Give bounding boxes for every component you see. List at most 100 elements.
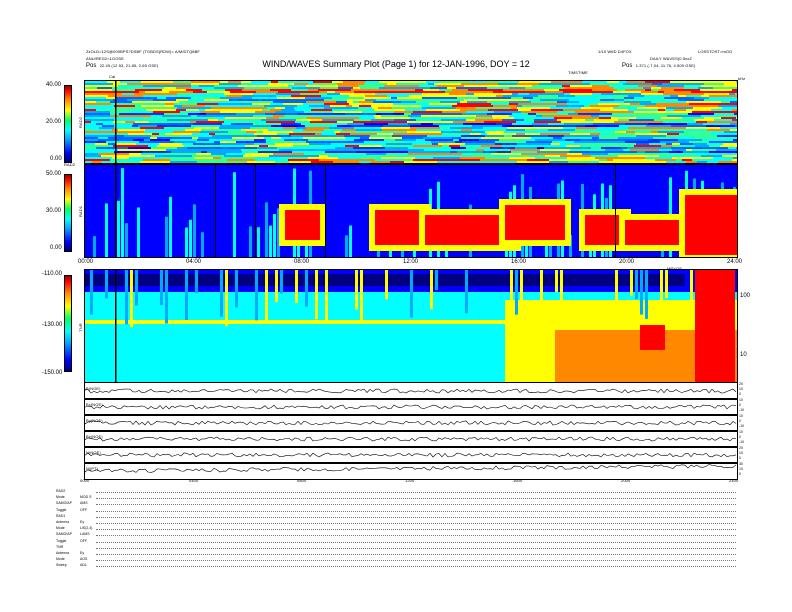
rad2-texture-cell — [619, 125, 640, 127]
rad2-texture-cell — [157, 125, 191, 127]
rad2-texture-cell — [228, 131, 246, 133]
rad2-texture-cell — [164, 153, 196, 155]
rad2-texture-cell — [311, 161, 333, 163]
rad2-texture-cell — [191, 85, 199, 87]
rad2-texture-cell — [256, 131, 263, 133]
rad2-texture-cell — [196, 141, 214, 143]
rad2-texture-cell — [220, 143, 254, 145]
rad2-texture-cell — [224, 155, 243, 157]
rad2-texture-cell — [616, 97, 624, 99]
rad2-texture-cell — [236, 147, 257, 149]
rad2-texture-cell — [618, 137, 653, 139]
rad2-texture-cell — [85, 97, 106, 99]
rad2-texture-cell — [157, 97, 166, 99]
rad2-texture-cell — [85, 145, 113, 147]
rad2-texture-cell — [444, 113, 462, 115]
tnr-streak — [125, 270, 128, 325]
rad2-texture-cell — [118, 155, 146, 157]
rad2-texture-cell — [551, 143, 560, 145]
rad2-texture-cell — [230, 139, 254, 141]
tnr-streak — [105, 270, 108, 299]
rad2-texture-cell — [557, 119, 578, 121]
mag-strip-right-tick: 0 — [739, 435, 741, 439]
rad2-texture-cell — [617, 89, 625, 91]
rad2-cal-marker — [115, 81, 117, 163]
rad2-texture-cell — [630, 157, 645, 159]
rad2-texture-cell — [564, 87, 596, 89]
rad2-texture-cell — [460, 145, 481, 147]
rad2-texture-cell — [345, 91, 354, 93]
rad2-texture-cell — [346, 109, 356, 111]
rad2-texture-cell — [624, 101, 651, 103]
rad2-texture-cell — [663, 121, 690, 123]
rad2-texture-cell — [529, 93, 564, 95]
rad2-texture-cell — [356, 151, 380, 153]
tnr-streak — [185, 270, 188, 321]
rad2-texture-cell — [138, 125, 157, 127]
tnr-streak — [520, 270, 523, 303]
rad2-texture-cell — [521, 155, 528, 157]
rad2-texture-cell — [504, 131, 539, 133]
rad2-texture-cell — [256, 91, 262, 93]
rad2-texture-cell — [173, 81, 191, 83]
tnr-ytick-top: -110.00 — [42, 271, 62, 277]
rad2-texture-cell — [461, 83, 486, 85]
rad2-texture-cell — [347, 101, 353, 103]
rad2-texture-cell — [116, 133, 128, 135]
rad2-texture-cell — [723, 143, 737, 145]
rad2-texture-cell — [728, 147, 736, 149]
rad2-texture-cell — [478, 97, 511, 99]
rad2-texture-cell — [618, 129, 632, 131]
rad2-texture-cell — [414, 81, 426, 83]
rad2-texture-cell — [164, 113, 188, 115]
rad2-texture-cell — [570, 93, 592, 95]
rad2-texture-cell — [192, 155, 224, 157]
rad2-texture-cell — [340, 93, 375, 95]
rad2-texture-cell — [503, 95, 538, 97]
rad1-burst-core — [505, 205, 565, 240]
rad2-texture-cell — [636, 135, 666, 137]
rad2-texture-cell — [557, 101, 567, 103]
status-row-guide — [96, 560, 736, 562]
rad2-texture-cell — [213, 157, 221, 159]
rad2-texture-cell — [657, 85, 684, 87]
rad2-texture-cell — [102, 125, 114, 127]
rad2-texture-cell — [271, 91, 278, 93]
rad2-texture-cell — [708, 159, 732, 161]
rad2-texture-cell — [136, 99, 153, 101]
rad2-texture-cell — [210, 101, 221, 103]
rad2-texture-cell — [344, 151, 356, 153]
rad2-texture-cell — [667, 133, 679, 135]
rad1-xtick-4: 16:00 — [511, 259, 527, 265]
status-row-guide — [96, 541, 736, 544]
rad2-texture-cell — [475, 105, 493, 107]
rad2-texture-cell — [285, 107, 294, 109]
rad2-texture-cell — [542, 115, 560, 117]
rad2-texture-cell — [427, 99, 456, 101]
rad2-texture-cell — [461, 137, 481, 139]
rad2-texture-cell — [338, 85, 358, 87]
rad2-texture-cell — [549, 159, 570, 161]
rad2-spectrogram — [84, 80, 738, 164]
rad2-texture-cell — [155, 155, 165, 157]
rad2-texture-cell — [517, 161, 549, 163]
rad2-texture-cell — [634, 97, 664, 99]
rad2-texture-cell — [137, 119, 146, 121]
rad2-texture-cell — [174, 105, 182, 107]
rad2-texture-cell — [96, 109, 124, 111]
rad2-texture-cell — [305, 125, 337, 127]
rad2-texture-cell — [664, 97, 670, 99]
rad2-texture-cell — [599, 137, 618, 139]
rad2-texture-cell — [635, 133, 667, 135]
rad2-texture-cell — [426, 109, 460, 111]
rad2-texture-cell — [506, 159, 527, 161]
status-row-label: RAD1 — [56, 513, 66, 518]
rad2-texture-cell — [659, 111, 692, 113]
rad2-texture-cell — [129, 157, 151, 159]
rad2-texture-cell — [96, 147, 128, 149]
tnr-streak — [385, 270, 388, 300]
rad2-texture-cell — [592, 153, 608, 155]
rad1-burst-core — [285, 210, 320, 240]
rad2-texture-cell — [732, 107, 737, 109]
rad2-texture-cell — [293, 131, 313, 133]
